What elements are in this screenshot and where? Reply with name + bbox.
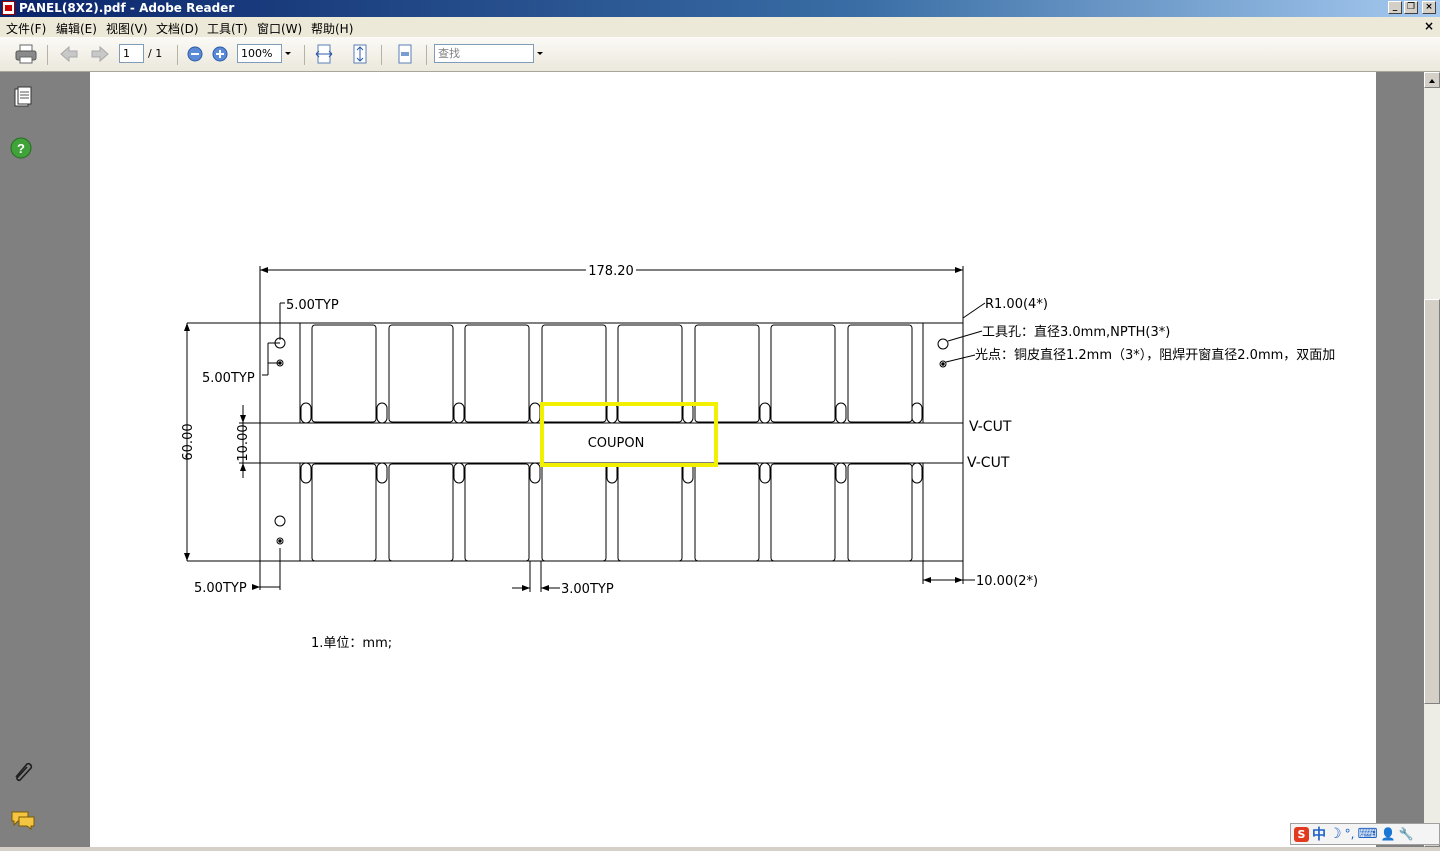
menu-view[interactable]: 视图(V) <box>106 20 148 37</box>
sogou-logo-icon: S <box>1294 826 1309 842</box>
page-number-input[interactable]: 1 <box>119 44 144 63</box>
document-view[interactable]: 178.20 5.00TYP 5.00TYP 5.00TYP 60.00 10.… <box>90 72 1424 847</box>
punctuation-icon[interactable]: °, <box>1345 827 1355 841</box>
unit-note: 1.单位：mm; <box>311 636 392 651</box>
keyboard-icon[interactable]: ⌨ <box>1357 826 1377 842</box>
toolbar-separator <box>47 45 48 65</box>
dim-rail-label: 10.00 <box>236 424 251 461</box>
search-input[interactable]: 查找 <box>434 44 534 63</box>
tool-hole-label: 工具孔：直径3.0mm,NPTH(3*) <box>982 325 1170 340</box>
comments-icon[interactable] <box>10 808 35 832</box>
zoom-input[interactable]: 100% <box>237 44 282 63</box>
toolbar: 1 / 1 100% 查找 <box>0 37 1440 72</box>
wrench-icon[interactable]: 🔧 <box>1399 827 1414 841</box>
scroll-up-button[interactable] <box>1424 72 1440 88</box>
navigation-panel: ? <box>0 72 90 847</box>
dim-width-label: 178.20 <box>588 264 634 279</box>
menu-edit[interactable]: 编辑(E) <box>56 20 97 37</box>
toolbar-separator <box>426 45 427 65</box>
dim-gap-label: 3.00TYP <box>561 582 614 597</box>
dim-left-hole-label: 5.00TYP <box>202 371 255 386</box>
vertical-scrollbar[interactable] <box>1424 72 1440 847</box>
fiducial-label: 光点：铜皮直径1.2mm（3*），阻焊开窗直径2.0mm，双面加 <box>975 347 1335 363</box>
dim-height-label: 60.00 <box>181 423 196 460</box>
arrow-left-icon[interactable] <box>57 43 81 65</box>
search-dropdown-arrow[interactable] <box>537 52 543 55</box>
menu-window[interactable]: 窗口(W) <box>257 20 302 37</box>
ime-chinese-mode[interactable]: 中 <box>1312 824 1326 844</box>
moon-icon[interactable]: ☽ <box>1329 826 1342 842</box>
vcut-bottom-label: V-CUT <box>967 455 1010 471</box>
dim-bottom-label: 5.00TYP <box>194 581 247 596</box>
paperclip-icon[interactable] <box>10 758 34 782</box>
restore-button[interactable]: ❐ <box>1404 1 1418 14</box>
arrow-right-icon[interactable] <box>88 43 112 65</box>
zoom-dropdown-arrow[interactable] <box>285 52 291 55</box>
page-total-label: / 1 <box>148 47 163 60</box>
pages-icon[interactable] <box>10 86 34 110</box>
ime-toolbar[interactable]: S 中 ☽ °, ⌨ 👤 🔧 <box>1290 823 1440 845</box>
toolbar-separator <box>177 45 178 65</box>
menu-file[interactable]: 文件(F) <box>6 20 46 37</box>
help-icon[interactable]: ? <box>10 136 34 160</box>
user-icon[interactable]: 👤 <box>1381 827 1396 841</box>
menu-document[interactable]: 文档(D) <box>156 20 199 37</box>
pdf-page: 178.20 5.00TYP 5.00TYP 5.00TYP 60.00 10.… <box>90 72 1376 847</box>
coupon-label: COUPON <box>588 436 645 451</box>
status-bar <box>0 847 1440 851</box>
svg-text:?: ? <box>17 141 25 156</box>
dim-right-rail-label: 10.00(2*) <box>976 574 1038 589</box>
menu-bar: 文件(F) 编辑(E) 视图(V) 文档(D) 工具(T) 窗口(W) 帮助(H… <box>0 17 1440 37</box>
menu-help[interactable]: 帮助(H) <box>311 20 353 37</box>
minimize-button[interactable]: _ <box>1388 1 1402 14</box>
fit-width-icon[interactable] <box>312 43 336 65</box>
toolbar-separator <box>304 45 305 65</box>
window-title: PANEL(8X2).pdf - Adobe Reader <box>19 1 235 15</box>
toolbar-separator <box>381 45 382 65</box>
radius-label: R1.00(4*) <box>985 297 1048 312</box>
adobe-reader-icon <box>2 1 15 15</box>
dim-left-edge-label: 5.00TYP <box>286 298 339 313</box>
scroll-thumb[interactable] <box>1424 299 1440 704</box>
printer-icon[interactable] <box>14 43 38 65</box>
panel-drawing: 178.20 5.00TYP 5.00TYP 5.00TYP 60.00 10.… <box>181 262 1335 651</box>
zoom-out-icon[interactable] <box>183 43 207 65</box>
zoom-in-icon[interactable] <box>208 43 232 65</box>
menu-tools[interactable]: 工具(T) <box>207 20 248 37</box>
single-page-icon[interactable] <box>393 43 417 65</box>
fit-page-icon[interactable] <box>348 43 372 65</box>
close-button[interactable]: × <box>1422 1 1436 14</box>
document-close-button[interactable]: × <box>1424 19 1434 33</box>
vcut-top-label: V-CUT <box>969 419 1012 435</box>
title-bar: PANEL(8X2).pdf - Adobe Reader _ ❐ × <box>0 0 1440 17</box>
